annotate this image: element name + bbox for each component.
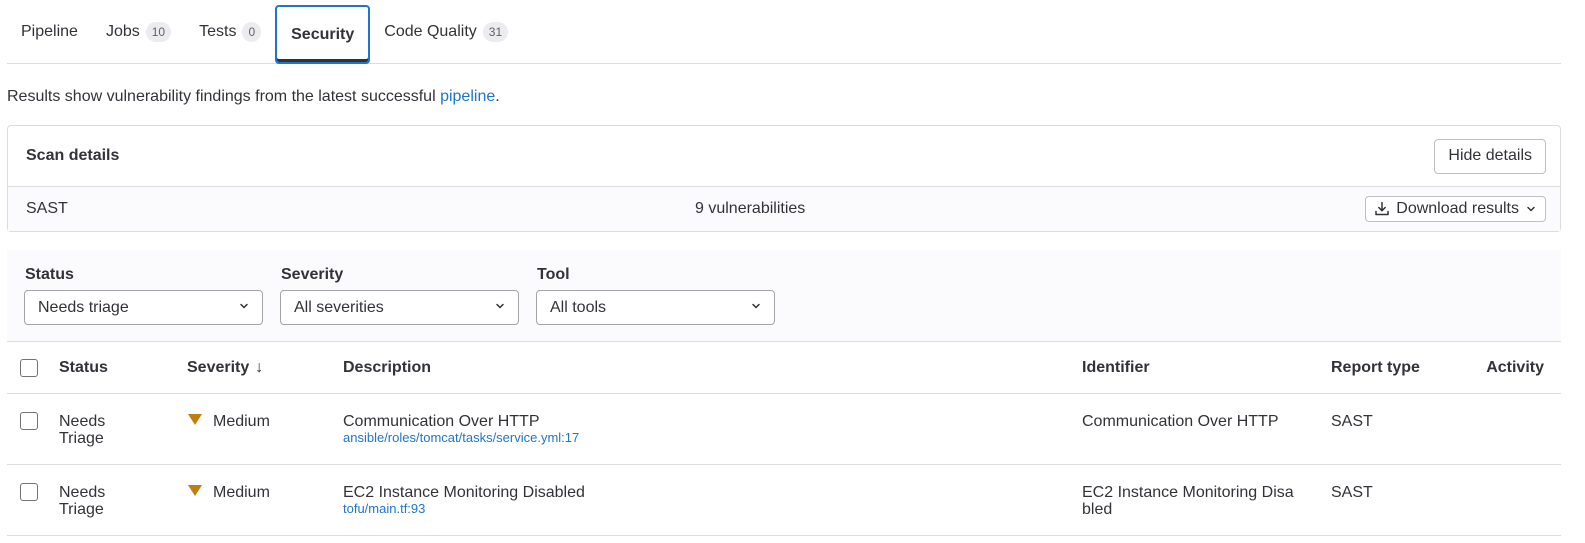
tab-label: Jobs bbox=[105, 22, 140, 40]
table-header: Status Severity ↓ Description Identifier … bbox=[7, 341, 1561, 394]
row-description: Communication Over HTTP ansible/roles/to… bbox=[343, 413, 579, 445]
row-checkbox[interactable] bbox=[20, 483, 38, 501]
header-description: Description bbox=[343, 359, 432, 376]
chevron-down-icon bbox=[494, 299, 506, 317]
header-identifier: Identifier bbox=[1082, 359, 1150, 376]
row-report-type: SAST bbox=[1331, 484, 1373, 501]
severity-label: Medium bbox=[213, 413, 270, 430]
sort-arrow-down-icon: ↓ bbox=[255, 359, 264, 376]
tool-filter: Tool All tools bbox=[536, 266, 775, 325]
severity-medium-icon bbox=[188, 485, 202, 496]
download-results-button[interactable]: Download results bbox=[1365, 196, 1546, 222]
tab-jobs[interactable]: Jobs 10 bbox=[92, 0, 185, 63]
hide-details-button[interactable]: Hide details bbox=[1434, 138, 1546, 174]
tab-code-quality[interactable]: Code Quality 31 bbox=[370, 0, 522, 63]
header-status[interactable]: Status bbox=[59, 359, 108, 376]
status-line: Needs bbox=[59, 413, 106, 430]
scan-details-card: Scan details Hide details SAST 9 vulnera… bbox=[7, 125, 1561, 232]
pipeline-link[interactable]: pipeline bbox=[440, 88, 495, 105]
tab-label: Security bbox=[291, 25, 355, 43]
file-location-link[interactable]: tofu/main.tf:93 bbox=[343, 501, 585, 516]
row-severity: Medium bbox=[187, 484, 270, 501]
filters-bar: Status Needs triage Severity All severit… bbox=[7, 250, 1561, 341]
row-identifier: EC2 Instance Monitoring Disa bled bbox=[1082, 484, 1307, 518]
status-line: Triage bbox=[59, 430, 104, 447]
header-severity-label: Severity bbox=[187, 359, 250, 376]
status-line: Triage bbox=[59, 501, 104, 518]
tab-label: Tests bbox=[199, 22, 237, 40]
severity-filter-label: Severity bbox=[281, 266, 344, 283]
download-label: Download results bbox=[1396, 200, 1519, 217]
tool-filter-label: Tool bbox=[537, 266, 570, 283]
severity-select[interactable]: All severities bbox=[280, 290, 519, 325]
download-icon bbox=[1374, 201, 1390, 217]
scan-row: SAST 9 vulnerabilities Download results bbox=[8, 187, 1560, 231]
count-badge: 0 bbox=[242, 21, 262, 42]
status-select-value: Needs triage bbox=[38, 298, 129, 316]
scanner-name: SAST bbox=[26, 200, 68, 217]
count-badge: 31 bbox=[482, 21, 509, 42]
results-intro: Results show vulnerability findings from… bbox=[7, 88, 500, 106]
status-filter-label: Status bbox=[25, 266, 74, 283]
chevron-down-icon bbox=[238, 299, 250, 317]
description-title[interactable]: EC2 Instance Monitoring Disabled bbox=[343, 484, 585, 501]
tab-security[interactable]: Security bbox=[275, 5, 371, 64]
count-badge: 10 bbox=[145, 21, 172, 42]
description-title[interactable]: Communication Over HTTP bbox=[343, 413, 540, 430]
scan-details-title: Scan details bbox=[26, 147, 120, 164]
severity-select-value: All severities bbox=[294, 298, 384, 316]
tab-pipeline[interactable]: Pipeline bbox=[7, 0, 92, 63]
tab-label: Pipeline bbox=[21, 22, 78, 40]
status-line: Needs bbox=[59, 484, 106, 501]
vulnerability-table: Status Severity ↓ Description Identifier … bbox=[7, 341, 1561, 536]
pipeline-tabs: Pipeline Jobs 10 Tests 0 Security Code Qua… bbox=[7, 0, 1561, 64]
chevron-down-icon bbox=[1525, 203, 1537, 215]
tool-select-value: All tools bbox=[550, 298, 607, 316]
row-severity: Medium bbox=[187, 413, 270, 430]
scan-details-header: Scan details Hide details bbox=[8, 126, 1560, 187]
row-status: Needs Triage bbox=[59, 413, 105, 447]
row-description: EC2 Instance Monitoring Disabled tofu/ma… bbox=[343, 484, 585, 516]
status-filter: Status Needs triage bbox=[24, 266, 263, 325]
row-checkbox[interactable] bbox=[20, 412, 38, 430]
header-activity: Activity bbox=[1486, 359, 1544, 376]
identifier-line: bled bbox=[1082, 501, 1113, 518]
tab-tests[interactable]: Tests 0 bbox=[185, 0, 275, 63]
intro-text: Results show vulnerability findings from… bbox=[7, 88, 441, 105]
identifier-line: EC2 Instance Monitoring Disa bbox=[1082, 484, 1294, 501]
select-all-checkbox[interactable] bbox=[20, 359, 38, 377]
tab-label: Code Quality bbox=[384, 22, 477, 40]
file-location-link[interactable]: ansible/roles/tomcat/tasks/service.yml:1… bbox=[343, 430, 579, 445]
severity-medium-icon bbox=[188, 414, 202, 425]
tool-select[interactable]: All tools bbox=[536, 290, 775, 325]
intro-suffix: . bbox=[495, 88, 500, 105]
table-row[interactable]: Needs Triage Medium EC2 Instance Monitori… bbox=[7, 465, 1561, 536]
header-severity[interactable]: Severity ↓ bbox=[187, 359, 263, 376]
row-status: Needs Triage bbox=[59, 484, 105, 518]
severity-filter: Severity All severities bbox=[280, 266, 519, 325]
table-row[interactable]: Needs Triage Medium Communication Over HT… bbox=[7, 394, 1561, 465]
row-report-type: SAST bbox=[1331, 413, 1373, 430]
status-select[interactable]: Needs triage bbox=[24, 290, 263, 325]
header-report-type: Report type bbox=[1331, 359, 1420, 376]
severity-label: Medium bbox=[213, 484, 270, 501]
vulnerability-count: 9 vulnerabilities bbox=[695, 200, 806, 217]
row-identifier: Communication Over HTTP bbox=[1082, 413, 1279, 430]
chevron-down-icon bbox=[750, 299, 762, 317]
